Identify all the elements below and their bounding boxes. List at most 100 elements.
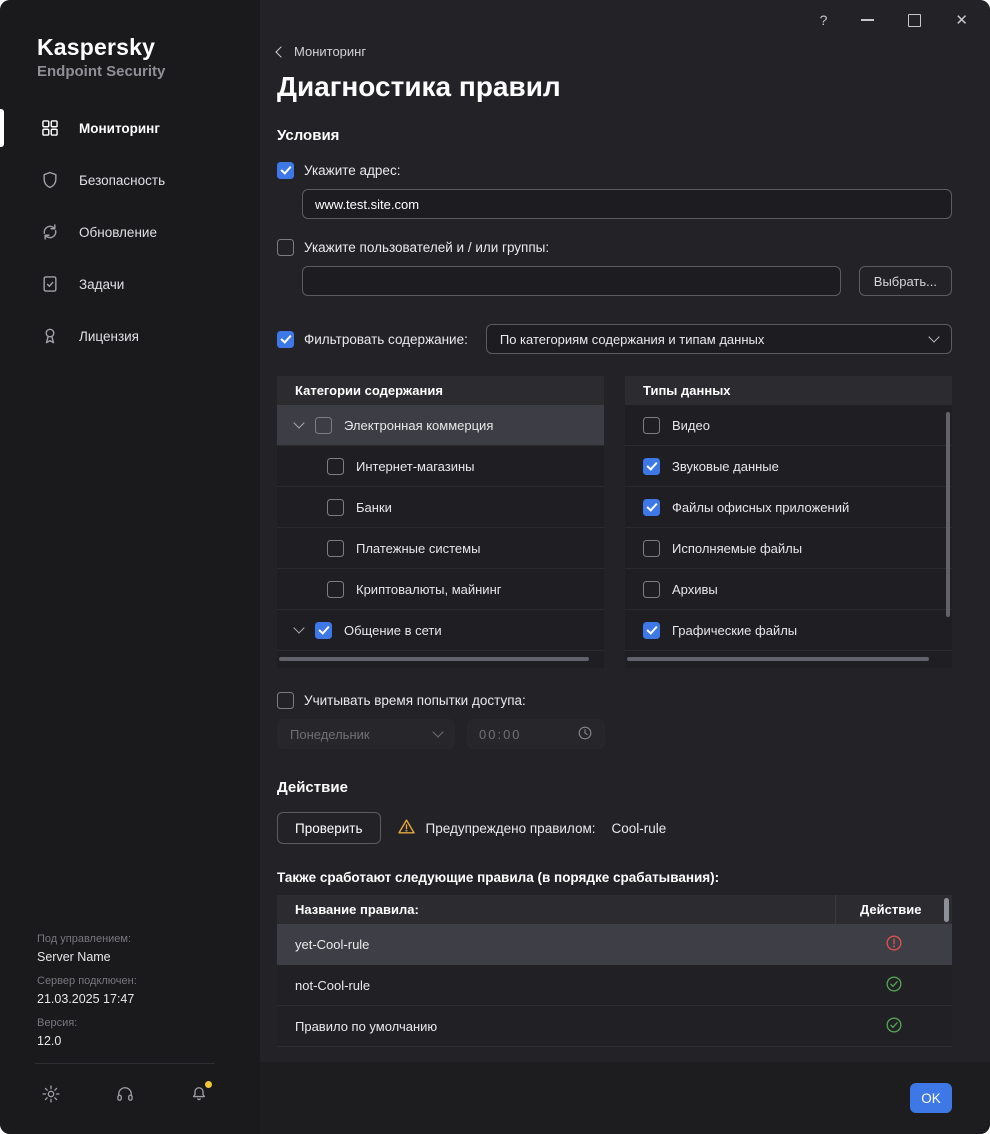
- category-row[interactable]: Интернет-магазины: [277, 446, 604, 487]
- check-action-row: Проверить Предупреждено правилом: Cool-r…: [277, 812, 952, 844]
- type-row[interactable]: Архивы: [625, 569, 952, 610]
- type-checkbox[interactable]: [643, 580, 660, 598]
- grid-icon: [40, 118, 60, 138]
- table-row[interactable]: yet-Cool-rule: [277, 924, 952, 965]
- brand-name: Kaspersky: [37, 34, 156, 60]
- address-input-wrap: [302, 179, 952, 219]
- category-row[interactable]: Общение в сети: [277, 610, 604, 651]
- maximize-icon[interactable]: [908, 13, 922, 27]
- sidebar-item-tasks[interactable]: Задачи: [0, 258, 260, 310]
- gear-icon[interactable]: [41, 1084, 61, 1104]
- rules-note: Также сработают следующие правила (в пор…: [277, 870, 720, 885]
- address-checkbox[interactable]: [277, 162, 294, 179]
- footer-bar: OK: [260, 1062, 990, 1134]
- category-checkbox[interactable]: [327, 457, 344, 475]
- table-header: Название правила: Действие: [277, 895, 952, 924]
- sidebar-item-license[interactable]: Лицензия: [0, 310, 260, 362]
- category-checkbox[interactable]: [327, 580, 344, 598]
- address-input[interactable]: [302, 189, 952, 219]
- day-select[interactable]: Понедельник: [277, 719, 455, 749]
- type-checkbox[interactable]: [643, 457, 660, 475]
- type-row[interactable]: Исполняемые файлы: [625, 528, 952, 569]
- users-input-row: Выбрать...: [302, 266, 952, 296]
- address-row: Укажите адрес:: [277, 162, 952, 179]
- sidebar-item-monitoring[interactable]: Мониторинг: [0, 102, 260, 154]
- app-window: Kaspersky Endpoint Security Мониторинг Б…: [0, 0, 990, 1134]
- chevron-down-icon[interactable]: [293, 622, 305, 634]
- choose-button[interactable]: Выбрать...: [858, 266, 952, 296]
- refresh-icon: [40, 222, 60, 242]
- category-row[interactable]: Банки: [277, 487, 604, 528]
- success-circle-icon: [885, 1016, 903, 1037]
- ok-button[interactable]: OK: [910, 1083, 952, 1113]
- type-row[interactable]: Звуковые данные: [625, 446, 952, 487]
- managed-label: Под управлением:: [37, 933, 132, 945]
- scrollbar-thumb[interactable]: [627, 657, 929, 661]
- address-label[interactable]: Укажите адрес:: [304, 163, 400, 178]
- type-row[interactable]: Графические файлы: [625, 610, 952, 651]
- check-button[interactable]: Проверить: [277, 812, 381, 844]
- sidebar-item-security[interactable]: Безопасность: [0, 154, 260, 206]
- filter-label[interactable]: Фильтровать содержание:: [304, 332, 468, 347]
- rule-name: Правило по умолчанию: [295, 1018, 438, 1034]
- column-header-action: Действие: [835, 895, 952, 924]
- users-checkbox[interactable]: [277, 239, 294, 256]
- category-label: Интернет-магазины: [356, 458, 475, 474]
- chevron-down-icon: [928, 331, 940, 343]
- help-icon[interactable]: ?: [820, 12, 828, 28]
- vertical-scrollbar-thumb[interactable]: [946, 412, 950, 617]
- table-row[interactable]: Правило по умолчанию: [277, 1006, 952, 1047]
- chevron-down-icon: [432, 726, 444, 738]
- type-checkbox[interactable]: [643, 539, 660, 557]
- sidebar-item-label: Мониторинг: [79, 120, 160, 136]
- check-result: Предупреждено правилом: Cool-rule: [397, 817, 666, 839]
- table-scrollbar-thumb[interactable]: [944, 898, 949, 922]
- server-name: Server Name: [37, 950, 111, 964]
- category-checkbox[interactable]: [327, 498, 344, 516]
- type-label: Звуковые данные: [672, 458, 779, 474]
- minimize-icon[interactable]: [861, 19, 875, 21]
- users-label[interactable]: Укажите пользователей и / или группы:: [304, 240, 549, 255]
- chevron-down-icon[interactable]: [293, 417, 305, 429]
- type-row[interactable]: Файлы офисных приложений: [625, 487, 952, 528]
- license-icon: [40, 326, 60, 346]
- category-checkbox[interactable]: [315, 621, 332, 639]
- category-row[interactable]: Платежные системы: [277, 528, 604, 569]
- filter-select[interactable]: По категориям содержания и типам данных: [485, 324, 952, 354]
- time-checkbox[interactable]: [277, 692, 294, 709]
- type-checkbox[interactable]: [643, 416, 660, 434]
- filter-checkbox[interactable]: [277, 330, 294, 348]
- sidebar-item-update[interactable]: Обновление: [0, 206, 260, 258]
- category-checkbox[interactable]: [315, 416, 332, 434]
- type-row[interactable]: Видео: [625, 405, 952, 446]
- time-input[interactable]: 00:00: [467, 719, 605, 749]
- brand-product: Endpoint Security: [37, 63, 166, 80]
- time-controls: Понедельник 00:00: [277, 719, 952, 749]
- time-label[interactable]: Учитывать время попытки доступа:: [304, 693, 526, 708]
- scrollbar-thumb[interactable]: [279, 657, 589, 661]
- sidebar-item-label: Задачи: [79, 276, 125, 292]
- sidebar-nav: Мониторинг Безопасность Обновление Задач…: [0, 102, 260, 362]
- close-icon[interactable]: ✕: [955, 13, 968, 28]
- type-checkbox[interactable]: [643, 621, 660, 639]
- headset-icon[interactable]: [115, 1084, 135, 1104]
- filter-row: Фильтровать содержание: По категориям со…: [277, 324, 952, 354]
- brand: Kaspersky Endpoint Security: [0, 0, 260, 80]
- shield-icon: [40, 170, 60, 190]
- notification-badge: [205, 1081, 212, 1088]
- type-checkbox[interactable]: [643, 498, 660, 516]
- category-label: Банки: [356, 499, 392, 515]
- breadcrumb[interactable]: Мониторинг: [275, 44, 366, 59]
- type-label: Архивы: [672, 581, 718, 597]
- category-row[interactable]: Криптовалюты, майнинг: [277, 569, 604, 610]
- category-row[interactable]: Электронная коммерция: [277, 405, 604, 446]
- connected-label: Сервер подключен:: [37, 975, 137, 987]
- sidebar-item-label: Безопасность: [79, 172, 166, 188]
- server-info: Под управлением: Server Name Сервер подк…: [37, 933, 137, 1059]
- categories-header: Категории содержания: [277, 376, 604, 405]
- category-checkbox[interactable]: [327, 539, 344, 557]
- users-input[interactable]: [302, 266, 841, 296]
- time-row: Учитывать время попытки доступа:: [277, 692, 952, 709]
- table-row[interactable]: not-Cool-rule: [277, 965, 952, 1006]
- bell-icon[interactable]: [189, 1081, 212, 1104]
